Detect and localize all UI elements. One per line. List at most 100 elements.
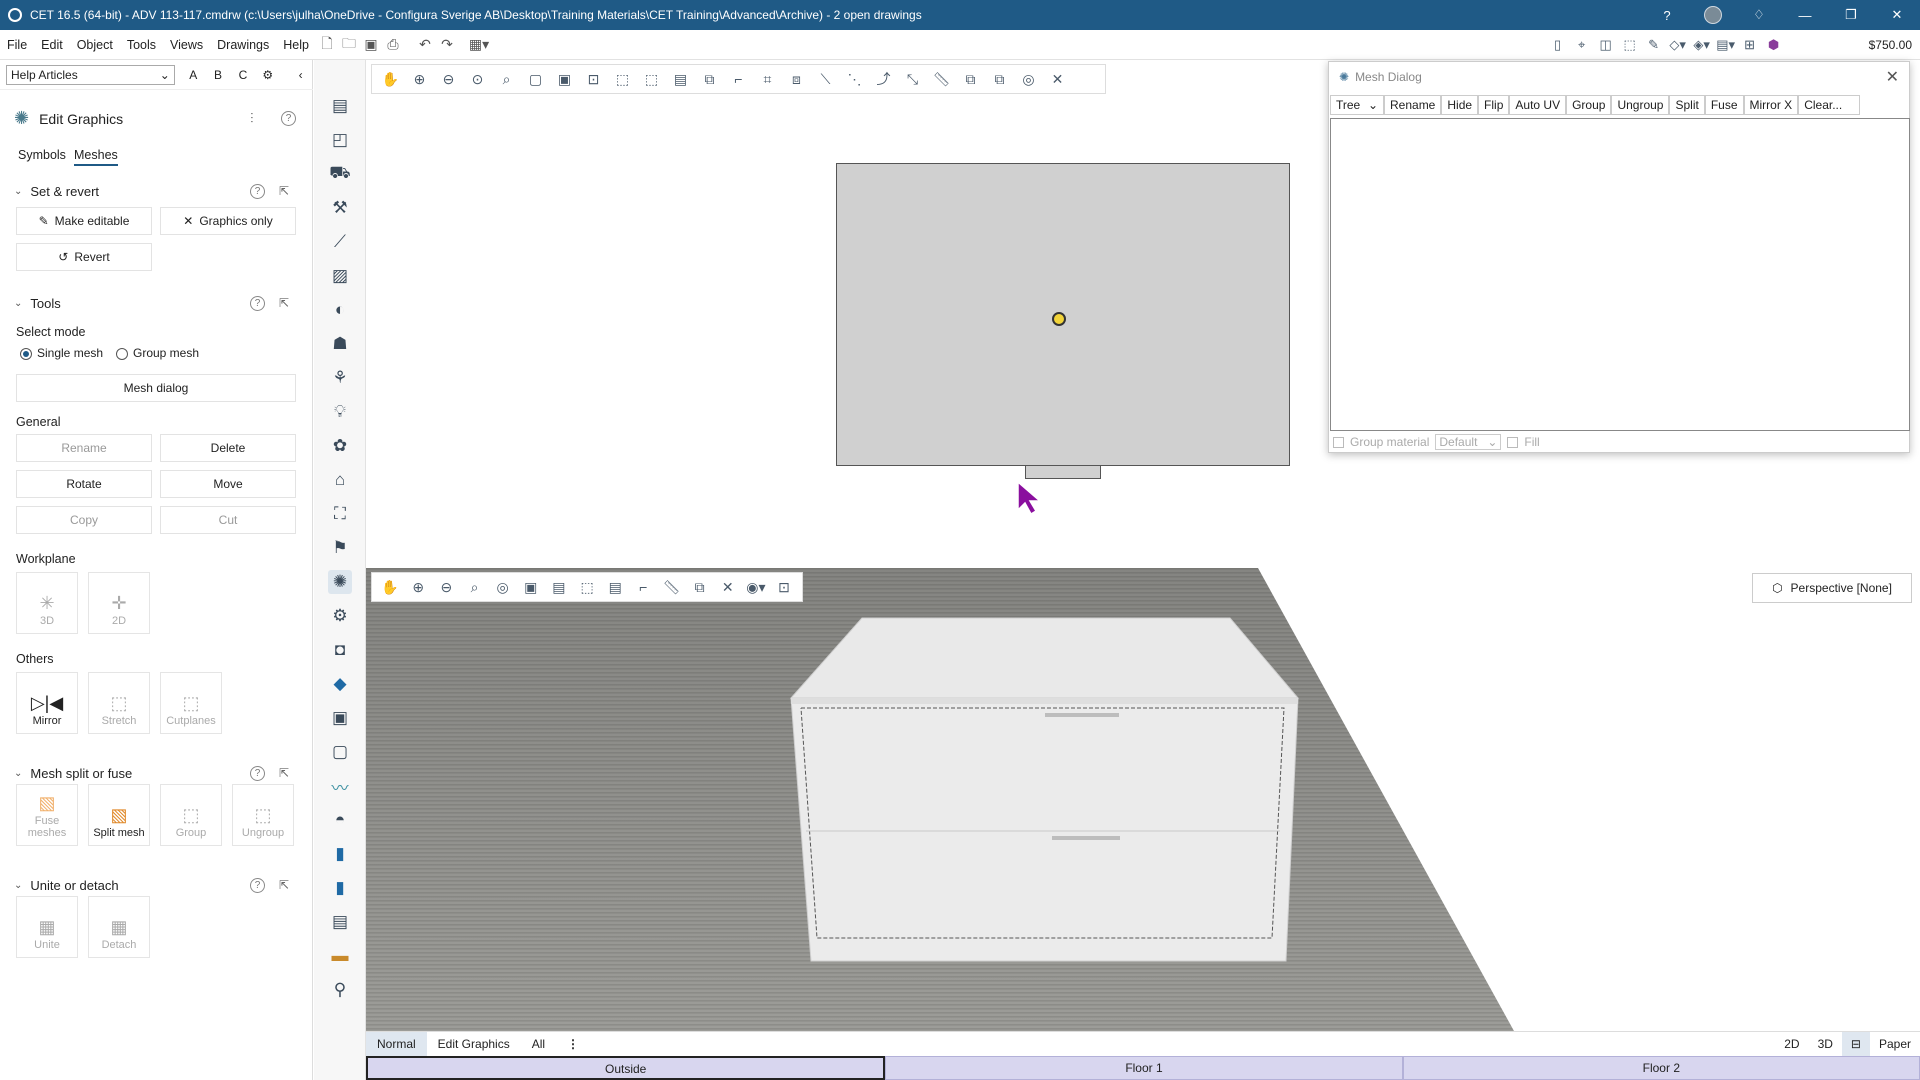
menu-object[interactable]: Object — [70, 38, 120, 52]
unite-button[interactable]: ▦ Unite — [16, 896, 78, 958]
measure-icon[interactable]: 📏︎ — [927, 71, 956, 88]
pan-icon[interactable]: ✋ — [376, 71, 405, 88]
copy-button[interactable]: Copy — [16, 506, 152, 534]
tools-icon[interactable]: ⚒ — [328, 196, 352, 220]
tab-all[interactable]: All — [521, 1032, 556, 1056]
workplane-2d-button[interactable]: ✛ 2D — [88, 572, 150, 634]
cutplanes-button[interactable]: ⬚ Cutplanes — [160, 672, 222, 734]
house-icon[interactable]: ⌂ — [328, 468, 352, 492]
undo-icon[interactable]: ↶ — [414, 34, 436, 56]
polyline-icon[interactable]: ⤴ — [869, 69, 898, 89]
menu-file[interactable]: File — [0, 38, 34, 52]
menu-help[interactable]: Help — [276, 38, 316, 52]
view-paper-button[interactable]: Paper — [1870, 1032, 1920, 1056]
fuse-meshes-button[interactable]: ▧ Fuse meshes — [16, 784, 78, 846]
render-icon[interactable]: ◘ — [328, 638, 352, 662]
select-icon[interactable]: ⬚ — [1621, 36, 1639, 54]
zoom-selection-icon[interactable]: ▢ — [521, 71, 550, 88]
stairs-icon[interactable]: ⟋ — [328, 230, 352, 254]
notification-icon[interactable]: ♢ — [1736, 0, 1782, 30]
tab-edit-graphics[interactable]: Edit Graphics — [427, 1032, 521, 1056]
split-view-icon[interactable]: ◫ — [1597, 36, 1615, 54]
3d-visibility-icon[interactable]: ◉▾ — [742, 579, 770, 596]
revert-button[interactable]: ↺ Revert — [16, 243, 152, 271]
zoom-window-icon[interactable]: ⊙ — [463, 71, 492, 88]
folder-icon[interactable]: ▬ — [328, 944, 352, 968]
3d-view[interactable]: ✋ ⊕ ⊖ ⌕ ◎ ▣ ▤ ⬚ ▤ ⌐ 📏︎ ⧉ ✕ ◉▾ ⊡ ⬡ Perspec… — [366, 568, 1920, 1031]
menu-drawings[interactable]: Drawings — [210, 38, 276, 52]
3d-zoom-in-icon[interactable]: ⊕ — [404, 579, 432, 596]
set-revert-popout-icon[interactable]: ⇱ — [279, 184, 289, 198]
zoom-extents-icon[interactable]: ⌕ — [492, 71, 521, 88]
mesh-clear-button[interactable]: Clear... — [1798, 95, 1861, 115]
unite-detach-help-icon[interactable]: ? — [250, 878, 265, 893]
tools-popout-icon[interactable]: ⇱ — [279, 296, 289, 310]
delete-button[interactable]: Delete — [160, 434, 296, 462]
camera-icon[interactable]: ▣ — [550, 71, 579, 88]
catalog-icon[interactable]: ▤ — [328, 94, 352, 118]
stretch-button[interactable]: ⬚ Stretch — [88, 672, 150, 734]
extension-icon[interactable]: ⬢ — [1765, 36, 1783, 54]
minimize-button[interactable]: — — [1782, 0, 1828, 30]
menu-views[interactable]: Views — [163, 38, 210, 52]
mesh-split-button[interactable]: Split — [1669, 95, 1705, 115]
set-revert-help-icon[interactable]: ? — [250, 184, 265, 199]
document-icon[interactable]: ▢ — [328, 740, 352, 764]
view-2d-button[interactable]: 2D — [1775, 1032, 1808, 1056]
sidebar-toggle-icon[interactable]: ▯ — [1549, 36, 1567, 54]
3d-camera-icon[interactable]: ▤ — [545, 579, 573, 596]
unite-detach-popout-icon[interactable]: ⇱ — [279, 878, 289, 892]
perspective-button[interactable]: ⬡ Perspective [None] — [1752, 573, 1912, 603]
3d-focus-icon[interactable]: ⊡ — [770, 579, 798, 596]
lightbulb-icon[interactable]: 💡︎ — [328, 400, 352, 424]
snap-icon[interactable]: ⌖ — [1573, 36, 1591, 54]
snap-edit-icon[interactable]: ⌗ — [753, 71, 782, 88]
split-fuse-header[interactable]: ⌄ Mesh split or fuse — [14, 766, 132, 781]
group-people-icon[interactable]: ☗ — [328, 332, 352, 356]
panel-settings-icon[interactable]: ⫶ — [250, 110, 254, 127]
group-mesh-radio[interactable]: Group mesh — [116, 346, 199, 360]
menu-edit[interactable]: Edit — [34, 38, 70, 52]
copy-icon[interactable]: ⧉ — [956, 71, 985, 88]
3d-delete-icon[interactable]: ✕ — [714, 579, 742, 596]
restore-button[interactable]: ❐ — [1828, 0, 1874, 30]
rotate-button[interactable]: Rotate — [16, 470, 152, 498]
3d-zoom-extents-icon[interactable]: ⌕ — [460, 579, 488, 596]
3d-measure-icon[interactable]: 📏︎ — [657, 579, 685, 596]
wheel-icon[interactable]: ◐ — [328, 298, 352, 322]
kitchen-tools-icon[interactable]: ⚘ — [328, 366, 352, 390]
mesh-dialog-button[interactable]: Mesh dialog — [16, 374, 296, 402]
mesh-tree-view[interactable] — [1330, 118, 1910, 431]
save-icon[interactable]: ▣ — [360, 34, 382, 56]
connect-icon[interactable]: ⧉ — [695, 71, 724, 88]
open-folder-icon[interactable]: 🗀 — [338, 34, 360, 56]
mesh-mirror-x-button[interactable]: Mirror X — [1743, 95, 1799, 115]
mesh-flip-button[interactable]: Flip — [1478, 95, 1510, 115]
distribute-icon[interactable]: ⧈ — [782, 71, 811, 88]
tab-normal[interactable]: Normal — [366, 1031, 427, 1056]
floor-2[interactable]: Floor 2 — [1402, 1056, 1920, 1080]
cut-button[interactable]: Cut — [160, 506, 296, 534]
make-editable-button[interactable]: ✎ Make editable — [16, 207, 152, 235]
help-articles-select[interactable]: Help Articles ⌄ — [6, 64, 175, 85]
shapes-icon[interactable]: ◇▾ — [1669, 36, 1687, 54]
mesh-fuse-button[interactable]: Fuse — [1704, 95, 1744, 115]
tree-icon[interactable]: ⊞ — [1741, 36, 1759, 54]
mesh-ungroup-button[interactable]: Ungroup — [1611, 95, 1670, 115]
calc-icon[interactable]: ▤▾ — [1716, 36, 1735, 54]
mesh-rename-button[interactable]: Rename — [1384, 95, 1442, 115]
3d-view-cube-icon[interactable]: ▣ — [517, 579, 545, 596]
single-mesh-radio[interactable]: Single mesh — [20, 346, 103, 360]
new-file-icon[interactable]: 🗋 — [316, 34, 338, 56]
view-3d-button[interactable]: 3D — [1809, 1032, 1842, 1056]
floor-outside[interactable]: Outside — [366, 1056, 886, 1080]
bench-icon[interactable]: ⛶ — [328, 502, 352, 526]
ungroup-button[interactable]: ⬚ Ungroup — [232, 784, 294, 846]
zoom-out-icon[interactable]: ⊖ — [434, 71, 463, 88]
user-avatar[interactable] — [1690, 0, 1736, 30]
rename-button[interactable]: Rename — [16, 434, 152, 462]
print-icon[interactable]: ⎙ — [382, 34, 404, 56]
tools-header[interactable]: ⌄ Tools — [14, 296, 61, 311]
select-window-icon[interactable]: ⬚ — [608, 71, 637, 88]
group-material-checkbox[interactable] — [1333, 436, 1344, 448]
